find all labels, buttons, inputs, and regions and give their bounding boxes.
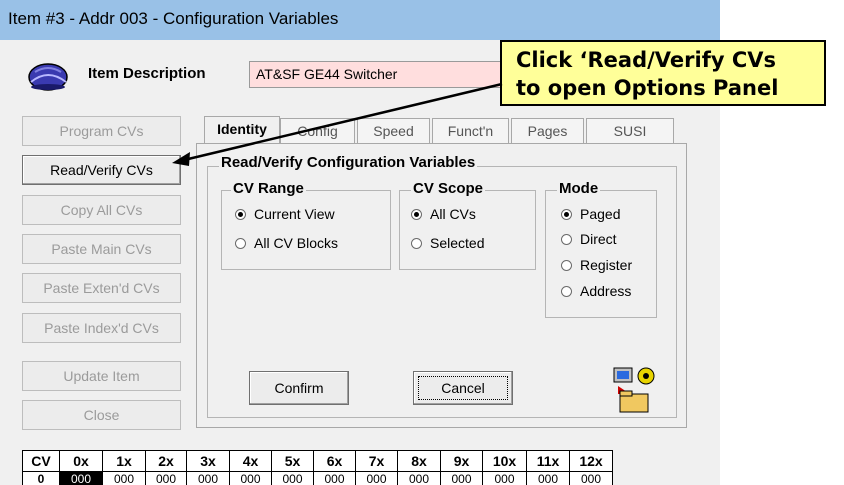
radio-register[interactable]: Register xyxy=(561,257,632,273)
cancel-button[interactable]: Cancel xyxy=(413,371,513,405)
radio-label: Address xyxy=(580,283,632,299)
copy-all-cvs-button[interactable]: Copy All CVs xyxy=(22,195,181,225)
radio-label: Register xyxy=(580,257,633,273)
radio-dot xyxy=(561,285,572,297)
cv-header: 8x xyxy=(397,450,441,472)
tab-speed[interactable]: Speed xyxy=(357,118,430,144)
radio-label: Paged xyxy=(580,206,621,222)
read-verify-cvs-button[interactable]: Read/Verify CVs xyxy=(22,155,181,185)
radio-label: Direct xyxy=(580,231,617,247)
tab-pages[interactable]: Pages xyxy=(511,118,584,144)
cv-range-group xyxy=(221,190,391,270)
window-title: Item #3 - Addr 003 - Configuration Varia… xyxy=(8,9,339,28)
radio-label: All CV Blocks xyxy=(254,235,339,251)
cv-cell[interactable]: 000 xyxy=(271,471,314,485)
paste-extend-cvs-button[interactable]: Paste Exten'd CVs xyxy=(22,273,181,303)
radio-dot xyxy=(411,208,422,220)
update-item-button[interactable]: Update Item xyxy=(22,361,181,391)
paste-indexd-cvs-button[interactable]: Paste Index'd CVs xyxy=(22,313,181,343)
callout-line-1: Click ‘Read/Verify CVs xyxy=(516,48,776,72)
item-description-field[interactable]: AT&SF GE44 Switcher xyxy=(249,61,519,88)
radio-dot xyxy=(235,237,246,249)
cv-row-label: 0 xyxy=(22,471,60,485)
read-verify-group-title: Read/Verify Configuration Variables xyxy=(219,154,478,171)
cv-cell[interactable]: 000 xyxy=(526,471,570,485)
mode-title: Mode xyxy=(557,180,601,197)
radio-dot xyxy=(561,259,572,271)
radio-selected[interactable]: Selected xyxy=(411,235,484,251)
cv-cell[interactable]: 000 xyxy=(397,471,441,485)
cv-header: 11x xyxy=(526,450,570,472)
radio-all-cvs[interactable]: All CVs xyxy=(411,206,476,222)
radio-dot xyxy=(235,208,246,220)
cv-header: 5x xyxy=(271,450,314,472)
helmet-icon xyxy=(28,63,68,91)
radio-dot xyxy=(411,237,422,249)
cv-cell[interactable]: 000 xyxy=(569,471,613,485)
radio-paged[interactable]: Paged xyxy=(561,206,620,222)
program-cvs-button[interactable]: Program CVs xyxy=(22,116,181,146)
cv-header: 7x xyxy=(355,450,398,472)
tab-susi[interactable]: SUSI xyxy=(586,118,674,144)
radio-dot xyxy=(561,233,572,245)
cv-header: 9x xyxy=(440,450,483,472)
radio-all-cv-blocks[interactable]: All CV Blocks xyxy=(235,235,338,251)
cv-range-title: CV Range xyxy=(231,180,306,197)
tab-functn[interactable]: Funct'n xyxy=(432,118,509,144)
cv-header: 1x xyxy=(102,450,146,472)
cv-header: 4x xyxy=(229,450,272,472)
cv-cell[interactable]: 000 xyxy=(229,471,272,485)
confirm-button[interactable]: Confirm xyxy=(249,371,349,405)
tab-identity[interactable]: Identity xyxy=(204,116,280,145)
callout-box: Click ‘Read/Verify CVs to open Options P… xyxy=(500,40,826,106)
radio-dot xyxy=(561,208,572,220)
paste-main-cvs-button[interactable]: Paste Main CVs xyxy=(22,234,181,264)
radio-label: Selected xyxy=(430,235,485,251)
tab-panel: Read/Verify Configuration Variables CV R… xyxy=(196,143,687,428)
cv-table: CV 0x 1x 2x 3x 4x 5x 6x 7x 8x 9x 10x 11x… xyxy=(22,450,613,485)
cv-cell[interactable]: 000 xyxy=(482,471,527,485)
cv-cell[interactable]: 000 xyxy=(440,471,483,485)
cv-header: 10x xyxy=(482,450,527,472)
cv-cell[interactable]: 000 xyxy=(186,471,230,485)
cv-scope-title: CV Scope xyxy=(411,180,486,197)
radio-label: Current View xyxy=(254,206,335,222)
title-bar[interactable]: Item #3 - Addr 003 - Configuration Varia… xyxy=(0,0,720,40)
cv-cell[interactable]: 000 xyxy=(355,471,398,485)
cv-header: CV xyxy=(22,450,60,472)
cv-header: 0x xyxy=(59,450,103,472)
cv-cell[interactable]: 000 xyxy=(145,471,187,485)
item-description-label: Item Description xyxy=(88,65,206,82)
cv-header: 6x xyxy=(313,450,356,472)
cv-cell[interactable]: 000 xyxy=(313,471,356,485)
cv-cell[interactable]: 000 xyxy=(102,471,146,485)
radio-label: All CVs xyxy=(430,206,476,222)
radio-direct[interactable]: Direct xyxy=(561,231,617,247)
radio-current-view[interactable]: Current View xyxy=(235,206,335,222)
callout-line-2: to open Options Panel xyxy=(516,76,779,100)
radio-address[interactable]: Address xyxy=(561,283,631,299)
cv-header: 2x xyxy=(145,450,187,472)
cv-header: 12x xyxy=(569,450,613,472)
read-cvs-icon xyxy=(613,367,655,413)
tab-config[interactable]: Config xyxy=(280,118,355,144)
cv-header: 3x xyxy=(186,450,230,472)
cv-cell[interactable]: 000 xyxy=(59,471,103,485)
close-button[interactable]: Close xyxy=(22,400,181,430)
cv-scope-group xyxy=(399,190,536,270)
